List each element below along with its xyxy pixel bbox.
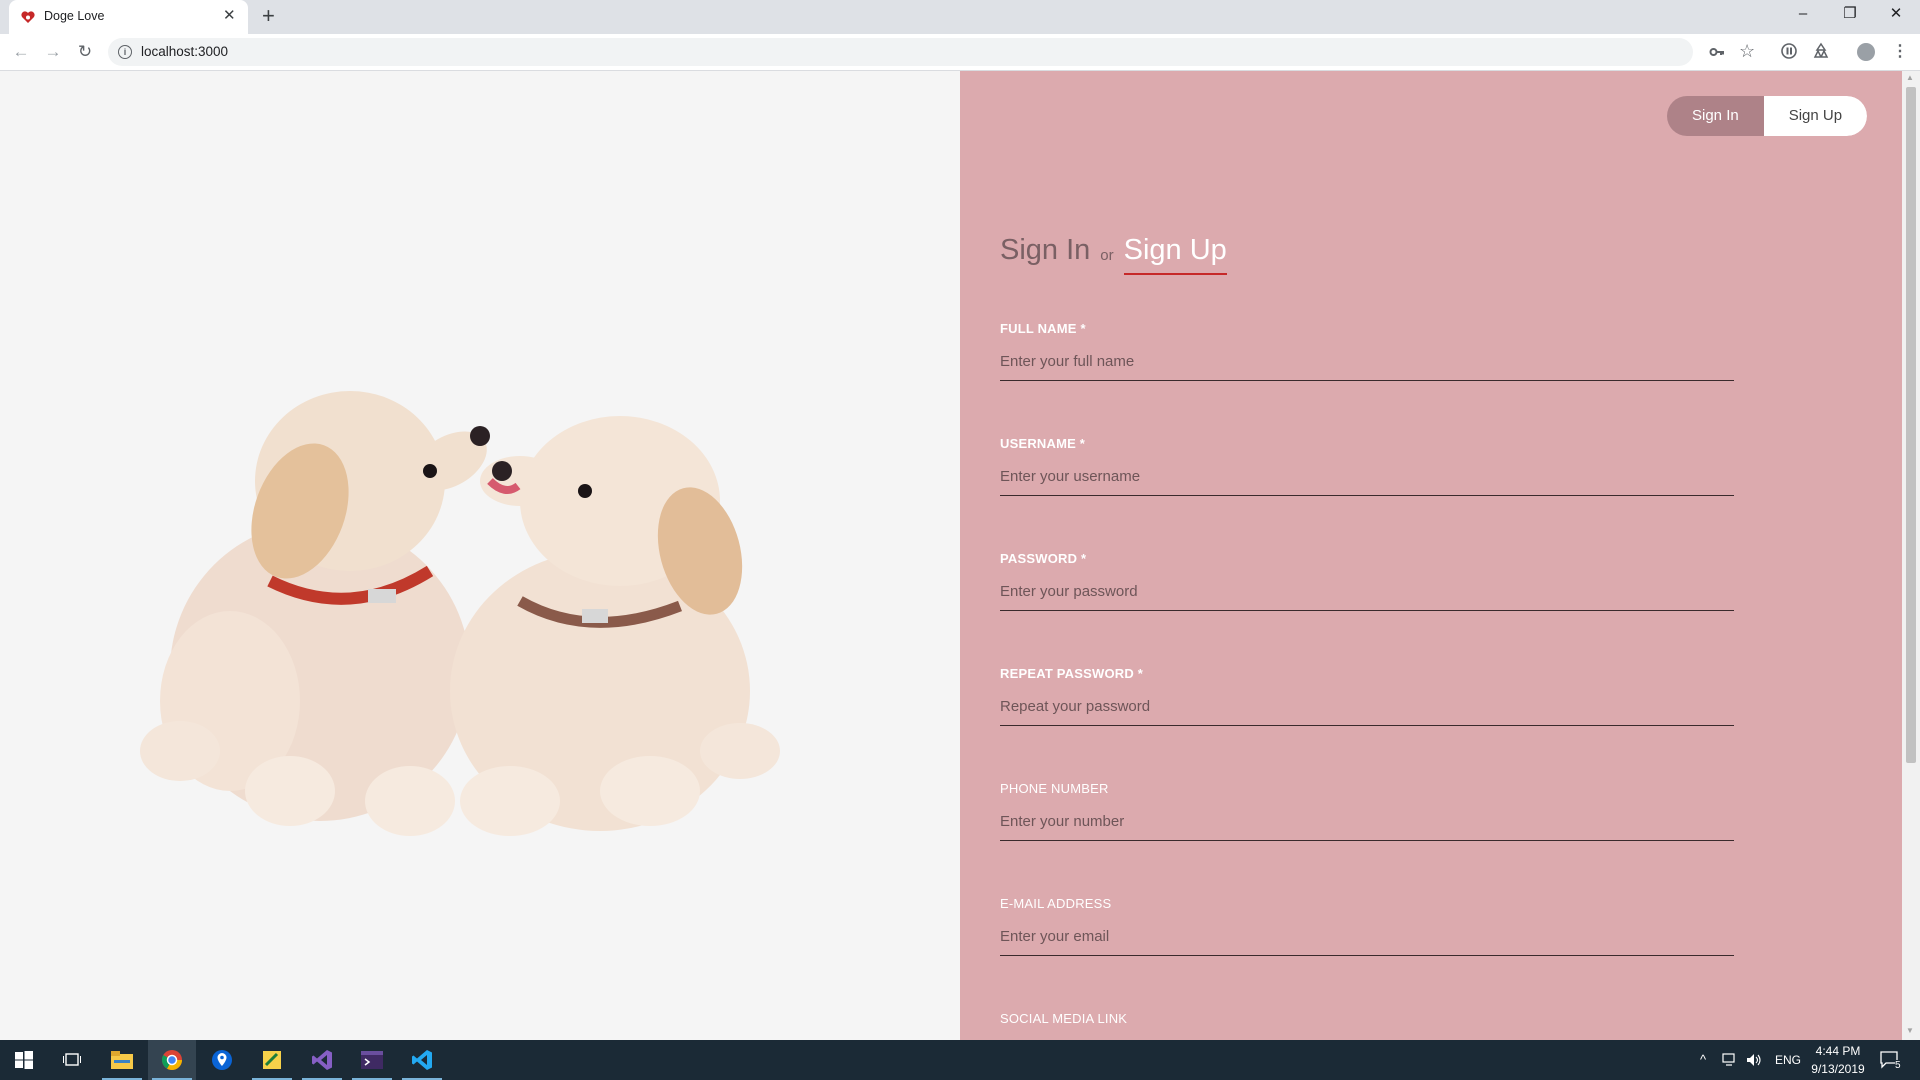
scroll-down-arrow-icon[interactable]: ▼ — [1906, 1026, 1914, 1035]
language-indicator[interactable]: ENG — [1775, 1053, 1801, 1067]
sign-up-button[interactable]: Sign Up — [1763, 96, 1868, 136]
menu-kebab-icon[interactable]: ⋮ — [1892, 42, 1908, 62]
full-name-input[interactable] — [1000, 353, 1734, 381]
username-field: USERNAME * — [1000, 436, 1734, 496]
maximize-button[interactable]: ❐ — [1827, 0, 1873, 30]
terminal-icon — [361, 1051, 383, 1069]
taskbar-sticky-app[interactable] — [248, 1040, 296, 1080]
scroll-up-arrow-icon[interactable]: ▲ — [1906, 73, 1914, 82]
password-input[interactable] — [1000, 583, 1734, 611]
title-sign-in-link[interactable]: Sign In — [1000, 234, 1090, 267]
extension-icon[interactable] — [1780, 42, 1798, 60]
username-input[interactable] — [1000, 468, 1734, 496]
visual-studio-icon — [312, 1050, 332, 1070]
minimize-button[interactable]: – — [1780, 0, 1826, 30]
profile-avatar-icon[interactable] — [1857, 43, 1875, 61]
taskbar-chrome[interactable] — [148, 1040, 196, 1080]
puppies-image — [140, 391, 780, 836]
phone-number-field: PHONE NUMBER — [1000, 781, 1734, 841]
title-or: or — [1100, 247, 1114, 264]
chrome-icon — [161, 1050, 182, 1070]
email-field: E-MAIL ADDRESS — [1000, 896, 1734, 956]
tab-close-icon[interactable]: ✕ — [223, 8, 236, 24]
illustration-panel — [0, 71, 960, 1040]
taskbar-visual-studio[interactable] — [298, 1040, 346, 1080]
heart-paw-favicon-icon — [21, 11, 35, 23]
email-input[interactable] — [1000, 928, 1734, 956]
windows-logo-icon — [15, 1051, 33, 1069]
tab-title: Doge Love — [44, 9, 105, 23]
email-label: E-MAIL ADDRESS — [1000, 896, 1112, 911]
clock-time[interactable]: 4:44 PM — [1810, 1044, 1866, 1058]
url-text[interactable]: localhost:3000 — [141, 44, 228, 59]
volume-icon[interactable] — [1746, 1053, 1762, 1067]
username-label: USERNAME * — [1000, 436, 1086, 451]
social-media-field: SOCIAL MEDIA LINK — [1000, 1011, 1734, 1026]
sticky-notes-icon — [263, 1051, 281, 1069]
info-icon[interactable]: i — [118, 45, 132, 59]
taskbar-file-explorer[interactable] — [98, 1040, 146, 1080]
page-scrollbar[interactable]: ▲ ▼ — [1902, 71, 1920, 1040]
repeat-password-input[interactable] — [1000, 698, 1734, 726]
star-bookmark-icon[interactable]: ☆ — [1739, 41, 1755, 62]
full-name-field: FULL NAME * — [1000, 321, 1734, 381]
key-icon[interactable] — [1709, 44, 1725, 60]
phone-number-label: PHONE NUMBER — [1000, 781, 1109, 796]
map-pin-icon — [212, 1050, 232, 1070]
social-media-label: SOCIAL MEDIA LINK — [1000, 1011, 1128, 1026]
scroll-thumb[interactable] — [1906, 87, 1916, 763]
task-view-icon — [63, 1053, 81, 1066]
taskbar-terminal[interactable] — [348, 1040, 396, 1080]
password-field: PASSWORD * — [1000, 551, 1734, 611]
reload-icon[interactable]: ↻ — [73, 40, 97, 64]
repeat-password-label: REPEAT PASSWORD * — [1000, 666, 1144, 681]
vscode-icon — [412, 1050, 432, 1070]
windows-taskbar: ^ ENG 4:44 PM 9/13/2019 5 — [0, 1040, 1920, 1080]
phone-number-input[interactable] — [1000, 813, 1734, 841]
taskbar-maps[interactable] — [198, 1040, 246, 1080]
start-button[interactable] — [0, 1040, 48, 1080]
folder-icon — [111, 1051, 133, 1069]
browser-tab[interactable]: Doge Love ✕ — [9, 0, 248, 34]
password-label: PASSWORD * — [1000, 551, 1087, 566]
taskbar-vscode[interactable] — [398, 1040, 446, 1080]
browser-tabstrip: Doge Love ✕ + – ❐ ✕ — [0, 0, 1920, 34]
sign-in-button[interactable]: Sign In — [1667, 96, 1764, 136]
back-arrow-icon[interactable]: ← — [9, 40, 33, 64]
title-sign-up-link[interactable]: Sign Up — [1123, 234, 1227, 275]
auth-switcher: Sign In Sign Up — [1667, 96, 1868, 136]
task-view-button[interactable] — [48, 1040, 96, 1080]
recycle-extension-icon[interactable] — [1812, 42, 1830, 60]
address-bar[interactable]: i localhost:3000 ☆ — [108, 38, 1755, 66]
new-tab-button[interactable]: + — [262, 5, 275, 27]
form-title: Sign In or Sign Up — [1000, 226, 1227, 275]
close-window-button[interactable]: ✕ — [1873, 0, 1919, 30]
browser-toolbar: ← → ↻ i localhost:3000 ☆ ⋮ — [0, 34, 1920, 71]
forward-arrow-icon[interactable]: → — [41, 40, 65, 64]
clock-date[interactable]: 9/13/2019 — [1804, 1062, 1872, 1076]
full-name-label: FULL NAME * — [1000, 321, 1086, 336]
notification-count-badge: 5 — [1895, 1060, 1901, 1071]
show-hidden-icons-chevron-icon[interactable]: ^ — [1700, 1052, 1706, 1067]
repeat-password-field: REPEAT PASSWORD * — [1000, 666, 1734, 726]
signup-panel: Sign In Sign Up Sign In or Sign Up FULL … — [960, 71, 1902, 1040]
network-icon[interactable] — [1722, 1053, 1738, 1067]
